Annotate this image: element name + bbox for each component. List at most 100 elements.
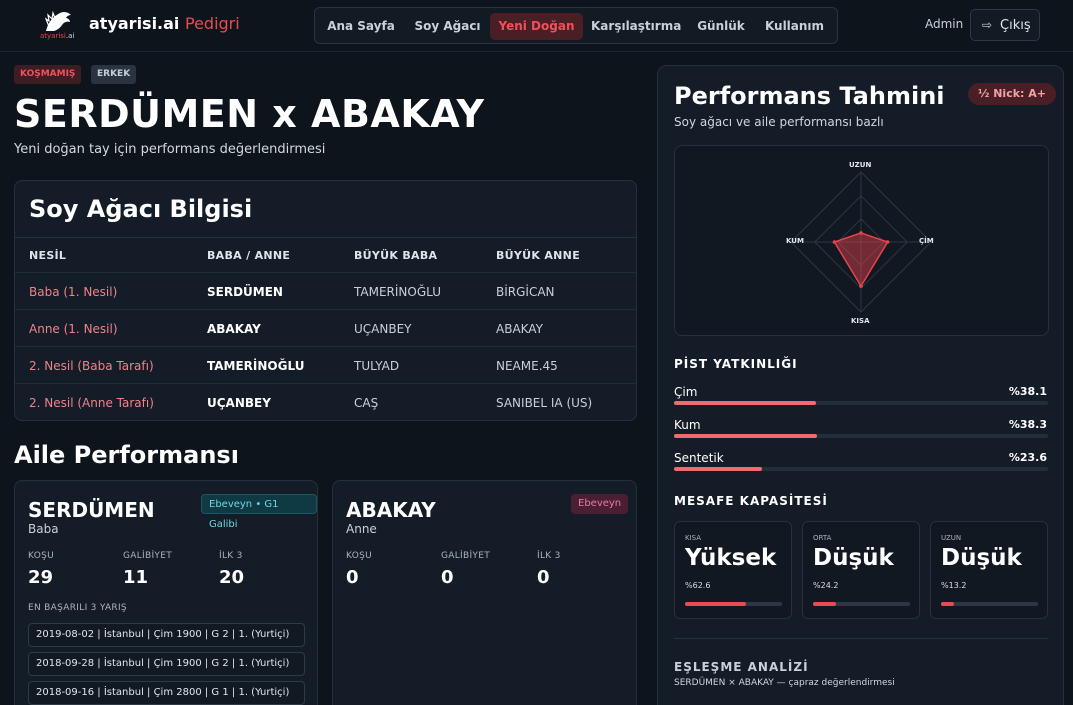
table-cell: NEAME.45 <box>496 359 558 373</box>
prediction-title: Performans Tahmini <box>674 82 945 110</box>
table-cell[interactable]: TAMERİNOĞLU <box>207 359 304 373</box>
match-analysis-subtitle: SERDÜMEN × ABAKAY — çapraz değerlendirme… <box>674 678 895 688</box>
track-value: %38.3 <box>1008 418 1047 431</box>
race-item: 2018-09-16 | İstanbul | Çim 2800 | G 1 |… <box>28 681 305 705</box>
stat-label: GALİBİYET <box>441 551 491 561</box>
distance-level: Düşük <box>813 545 894 571</box>
distance-title: MESAFE KAPASİTESİ <box>674 494 828 508</box>
table-cell: 2. Nesil (Baba Tarafı) <box>29 359 154 373</box>
pedigree-card: Soy Ağacı Bilgisi NESİL BABA / ANNE BÜYÜ… <box>14 180 637 421</box>
race-item: 2018-09-28 | İstanbul | Çim 1900 | G 2 |… <box>28 652 305 676</box>
nav-pedigree[interactable]: Soy Ağacı <box>408 13 487 40</box>
stat-value: 0 <box>537 567 550 588</box>
track-affinity-title: PİST YATKINLIĞI <box>674 357 798 371</box>
distance-bar-fill <box>813 602 837 606</box>
table-cell: CAŞ <box>354 396 379 410</box>
radar-point <box>832 240 837 244</box>
divider <box>674 638 1048 639</box>
column-header: BÜYÜK ANNE <box>496 249 581 262</box>
radar-point <box>859 284 863 288</box>
stat-value: 0 <box>346 567 359 588</box>
dam-card: ABAKAY Anne Ebeveyn KOŞU GALİBİYET İLK 3… <box>332 480 637 705</box>
track-bar-fill <box>674 401 817 405</box>
nav-compare[interactable]: Karşılaştırma <box>591 13 681 40</box>
family-section-title: Aile Performansı <box>14 441 239 469</box>
distance-value: %62.6 <box>685 581 711 590</box>
track-label: Kum <box>674 418 701 432</box>
track-bar <box>674 467 1048 471</box>
main-nav: Ana Sayfa Soy Ağacı Yeni Doğan Karşılaşt… <box>314 7 838 44</box>
divider <box>15 272 636 273</box>
stat-value: 0 <box>441 567 454 588</box>
stat-label: İLK 3 <box>537 551 561 561</box>
stat-label: KOŞU <box>346 551 372 561</box>
parent-name: ABAKAY <box>346 498 436 522</box>
sire-card: SERDÜMEN Baba Ebeveyn • G1 Galibi KOŞU G… <box>14 480 318 705</box>
parent-tag: Ebeveyn • G1 Galibi <box>201 494 317 530</box>
pedigree-title: Soy Ağacı Bilgisi <box>29 195 253 223</box>
distance-bar-fill <box>685 602 746 606</box>
stat-value: 11 <box>123 567 149 588</box>
nav-home[interactable]: Ana Sayfa <box>324 13 398 40</box>
distance-value: %13.2 <box>941 581 967 590</box>
table-cell[interactable]: UÇANBEY <box>207 396 271 410</box>
radar-area <box>833 232 889 288</box>
nav-newborn[interactable]: Yeni Doğan <box>490 13 583 40</box>
nick-badge: ½ Nick: A+ <box>968 83 1056 105</box>
parent-role: Anne <box>346 522 377 536</box>
best-races-title: EN BAŞARILI 3 YARIŞ <box>28 603 127 613</box>
track-bar-fill <box>674 467 763 471</box>
radar-label-bottom: KISA <box>851 317 870 325</box>
race-item: 2019-08-02 | İstanbul | Çim 1900 | G 2 |… <box>28 623 305 647</box>
track-bar-fill <box>674 434 818 438</box>
divider <box>15 237 636 238</box>
distance-card: ORTA Düşük %24.2 <box>802 521 920 619</box>
radar-label-top: UZUN <box>849 161 872 169</box>
parent-tag: Ebeveyn <box>571 494 629 514</box>
table-cell: ABAKAY <box>496 322 543 336</box>
distance-value: %24.2 <box>813 581 839 590</box>
distance-card: KISA Yüksek %62.6 <box>674 521 792 619</box>
table-cell: SANIBEL IA (US) <box>496 396 593 410</box>
divider <box>15 346 636 347</box>
brand-title[interactable]: atyarisi.ai Pedigri <box>89 14 240 33</box>
distance-bar-fill <box>941 602 954 606</box>
parent-name: SERDÜMEN <box>28 498 155 522</box>
distance-label: UZUN <box>941 534 962 542</box>
table-cell: 2. Nesil (Anne Tarafı) <box>29 396 154 410</box>
status-badge: KOŞMAMIŞ <box>14 65 82 84</box>
column-header: NESİL <box>29 249 67 262</box>
radar-svg <box>790 171 932 313</box>
nav-daily[interactable]: Günlük <box>686 13 756 40</box>
user-name: Admin <box>925 17 964 31</box>
prediction-panel: Performans Tahmini Soy ağacı ve aile per… <box>657 65 1064 705</box>
distance-level: Yüksek <box>685 545 777 571</box>
logout-icon: ⇨ <box>982 18 993 32</box>
prediction-subtitle: Soy ağacı ve aile performansı bazlı <box>674 115 884 129</box>
stat-value: 29 <box>28 567 54 588</box>
distance-bar <box>685 602 782 606</box>
match-analysis-title: EŞLEŞME ANALİZİ <box>674 660 809 674</box>
table-cell: Anne (1. Nesil) <box>29 322 118 336</box>
table-cell: Baba (1. Nesil) <box>29 285 118 299</box>
distance-card: UZUN Düşük %13.2 <box>930 521 1048 619</box>
parent-role: Baba <box>28 522 59 536</box>
radar-point <box>885 240 890 244</box>
table-cell[interactable]: ABAKAY <box>207 322 261 336</box>
logout-button[interactable]: ⇨ Çıkış <box>970 9 1040 41</box>
table-cell: TULYAD <box>354 359 400 373</box>
stat-label: KOŞU <box>28 551 54 561</box>
track-label: Çim <box>674 385 698 399</box>
radar-point <box>859 231 863 235</box>
track-bar <box>674 434 1048 438</box>
divider <box>15 309 636 310</box>
table-cell[interactable]: SERDÜMEN <box>207 285 283 299</box>
gender-badge: ERKEK <box>91 65 137 84</box>
stat-label: İLK 3 <box>219 551 243 561</box>
table-cell: TAMERİNOĞLU <box>354 285 442 299</box>
stat-value: 20 <box>219 567 245 588</box>
track-value: %23.6 <box>1008 451 1047 464</box>
nav-usage[interactable]: Kullanım <box>761 13 828 40</box>
distance-label: ORTA <box>813 534 832 542</box>
distance-bar <box>941 602 1038 606</box>
